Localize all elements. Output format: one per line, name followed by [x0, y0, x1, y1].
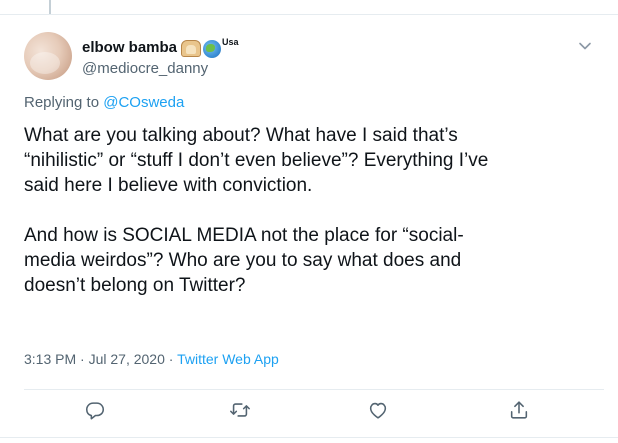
tweet-text-line: “nihilistic” or “stuff I don’t even beli… [24, 150, 489, 171]
tweet-text-line: What are you talking about? What have I … [24, 125, 458, 146]
usa-tag: Usa [222, 37, 239, 47]
author-handle[interactable]: @mediocre_danny [82, 60, 208, 77]
chevron-down-icon[interactable] [578, 39, 592, 53]
reply-icon [85, 402, 105, 420]
thread-connector-line [49, 0, 51, 14]
divider [24, 389, 604, 390]
meta-separator: · [164, 351, 178, 367]
replying-to-handle[interactable]: @COsweda [103, 94, 184, 111]
reply-button[interactable] [84, 399, 106, 421]
share-icon [510, 401, 528, 419]
author-name[interactable]: elbow bamba [82, 39, 177, 56]
avatar[interactable] [24, 32, 72, 80]
tweet: elbow bamba Usa @mediocre_danny Replying… [0, 15, 618, 443]
meta-separator: · [76, 351, 89, 367]
tweet-date[interactable]: Jul 27, 2020 [89, 351, 165, 367]
divider [0, 437, 618, 438]
replying-to-label: Replying to [24, 94, 104, 111]
tweet-source[interactable]: Twitter Web App [177, 351, 279, 367]
tweet-meta: 3:13 PM · Jul 27, 2020 · Twitter Web App [24, 351, 279, 367]
share-button[interactable] [508, 399, 530, 421]
bread-emoji-icon [181, 40, 201, 57]
tweet-time[interactable]: 3:13 PM [24, 351, 76, 367]
globe-emoji-icon [203, 40, 221, 58]
tweet-text-line: And how is SOCIAL MEDIA not the place fo… [24, 225, 464, 246]
replying-to: Replying to @COsweda [24, 94, 184, 111]
tweet-text-line: media weirdos”? Who are you to say what … [24, 250, 462, 271]
heart-icon [369, 402, 387, 419]
retweet-icon [230, 403, 250, 417]
like-button[interactable] [367, 399, 389, 421]
tweet-text: What are you talking about? What have I … [24, 123, 604, 298]
tweet-text-line: said here I believe with conviction. [24, 175, 313, 196]
tweet-text-line: doesn’t belong on Twitter? [24, 275, 246, 296]
retweet-button[interactable] [229, 399, 251, 421]
